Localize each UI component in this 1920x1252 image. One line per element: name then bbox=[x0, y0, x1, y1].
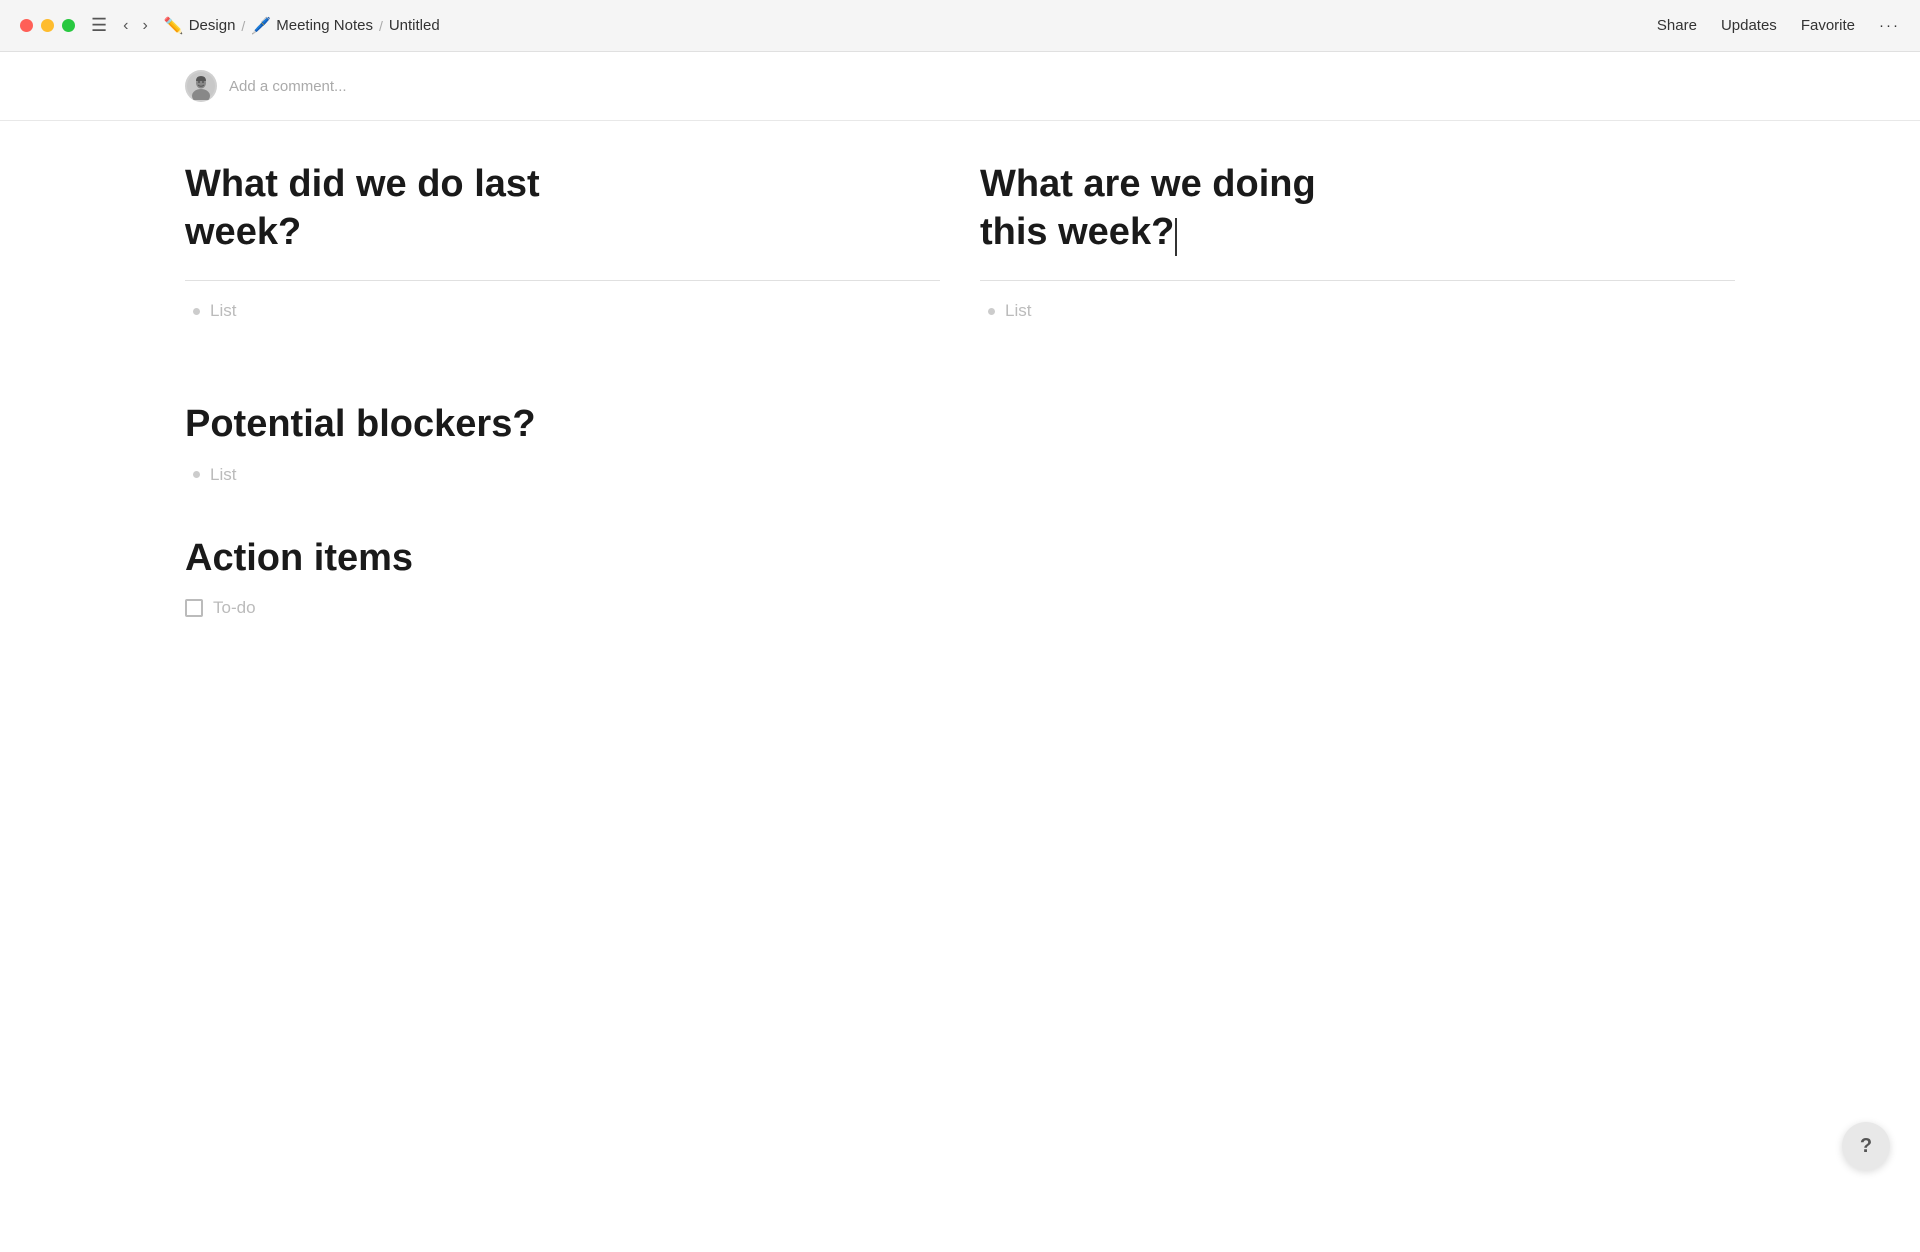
this-week-list-item[interactable]: List bbox=[980, 301, 1735, 321]
nav-arrows: ‹ › bbox=[119, 15, 152, 37]
breadcrumb-sep-2: / bbox=[379, 18, 383, 34]
title-bar-left: ☰ ‹ › ✏️ Design / 🖊️ Meeting Notes / Unt… bbox=[20, 15, 440, 37]
more-button[interactable]: ··· bbox=[1879, 17, 1900, 34]
breadcrumb-untitled[interactable]: Untitled bbox=[389, 17, 440, 34]
title-bar: ☰ ‹ › ✏️ Design / 🖊️ Meeting Notes / Unt… bbox=[0, 0, 1920, 52]
last-week-divider bbox=[185, 280, 940, 281]
breadcrumb-untitled-label: Untitled bbox=[389, 17, 440, 34]
hamburger-icon[interactable]: ☰ bbox=[91, 15, 107, 36]
share-button[interactable]: Share bbox=[1657, 17, 1697, 34]
todo-placeholder: To-do bbox=[213, 598, 256, 618]
breadcrumb: ✏️ Design / 🖊️ Meeting Notes / Untitled bbox=[164, 16, 440, 36]
todo-item[interactable]: To-do bbox=[185, 598, 1735, 618]
avatar bbox=[185, 70, 217, 102]
blockers-list-placeholder: List bbox=[210, 465, 236, 485]
this-week-section: What are we doingthis week? List bbox=[980, 161, 1735, 341]
last-week-list-placeholder: List bbox=[210, 301, 236, 321]
close-button[interactable] bbox=[20, 19, 33, 32]
minimize-button[interactable] bbox=[41, 19, 54, 32]
blockers-title: Potential blockers? bbox=[185, 401, 1735, 449]
two-column-section: What did we do lastweek? List What are w… bbox=[185, 161, 1735, 341]
text-cursor bbox=[1175, 218, 1177, 256]
action-items-section: Action items To-do bbox=[185, 535, 1735, 619]
this-week-title: What are we doingthis week? bbox=[980, 161, 1735, 256]
updates-button[interactable]: Updates bbox=[1721, 17, 1777, 34]
this-week-divider bbox=[980, 280, 1735, 281]
comment-bar[interactable]: Add a comment... bbox=[0, 52, 1920, 121]
bullet-icon bbox=[193, 308, 200, 315]
pen-icon: 🖊️ bbox=[251, 16, 271, 36]
breadcrumb-sep-1: / bbox=[241, 18, 245, 34]
action-items-title: Action items bbox=[185, 535, 1735, 583]
favorite-button[interactable]: Favorite bbox=[1801, 17, 1855, 34]
bullet-icon bbox=[988, 308, 995, 315]
traffic-lights bbox=[20, 19, 75, 32]
this-week-list-placeholder: List bbox=[1005, 301, 1031, 321]
bullet-icon bbox=[193, 471, 200, 478]
forward-button[interactable]: › bbox=[138, 15, 151, 37]
last-week-section: What did we do lastweek? List bbox=[185, 161, 940, 341]
comment-placeholder[interactable]: Add a comment... bbox=[229, 78, 347, 95]
back-button[interactable]: ‹ bbox=[119, 15, 132, 37]
breadcrumb-design[interactable]: ✏️ Design bbox=[164, 16, 236, 36]
breadcrumb-meeting-notes-label: Meeting Notes bbox=[276, 17, 373, 34]
title-bar-right: Share Updates Favorite ··· bbox=[1657, 17, 1900, 34]
maximize-button[interactable] bbox=[62, 19, 75, 32]
pencil-icon: ✏️ bbox=[164, 16, 184, 36]
doc-body: What did we do lastweek? List What are w… bbox=[0, 121, 1920, 708]
breadcrumb-meeting-notes[interactable]: 🖊️ Meeting Notes bbox=[251, 16, 373, 36]
help-button[interactable]: ? bbox=[1842, 1122, 1890, 1170]
last-week-title: What did we do lastweek? bbox=[185, 161, 940, 256]
checkbox[interactable] bbox=[185, 599, 203, 617]
breadcrumb-design-label: Design bbox=[189, 17, 236, 34]
blockers-list-item[interactable]: List bbox=[185, 465, 1735, 485]
blockers-section: Potential blockers? List bbox=[185, 401, 1735, 485]
content-area: Add a comment... What did we do lastweek… bbox=[0, 52, 1920, 1200]
last-week-list-item[interactable]: List bbox=[185, 301, 940, 321]
